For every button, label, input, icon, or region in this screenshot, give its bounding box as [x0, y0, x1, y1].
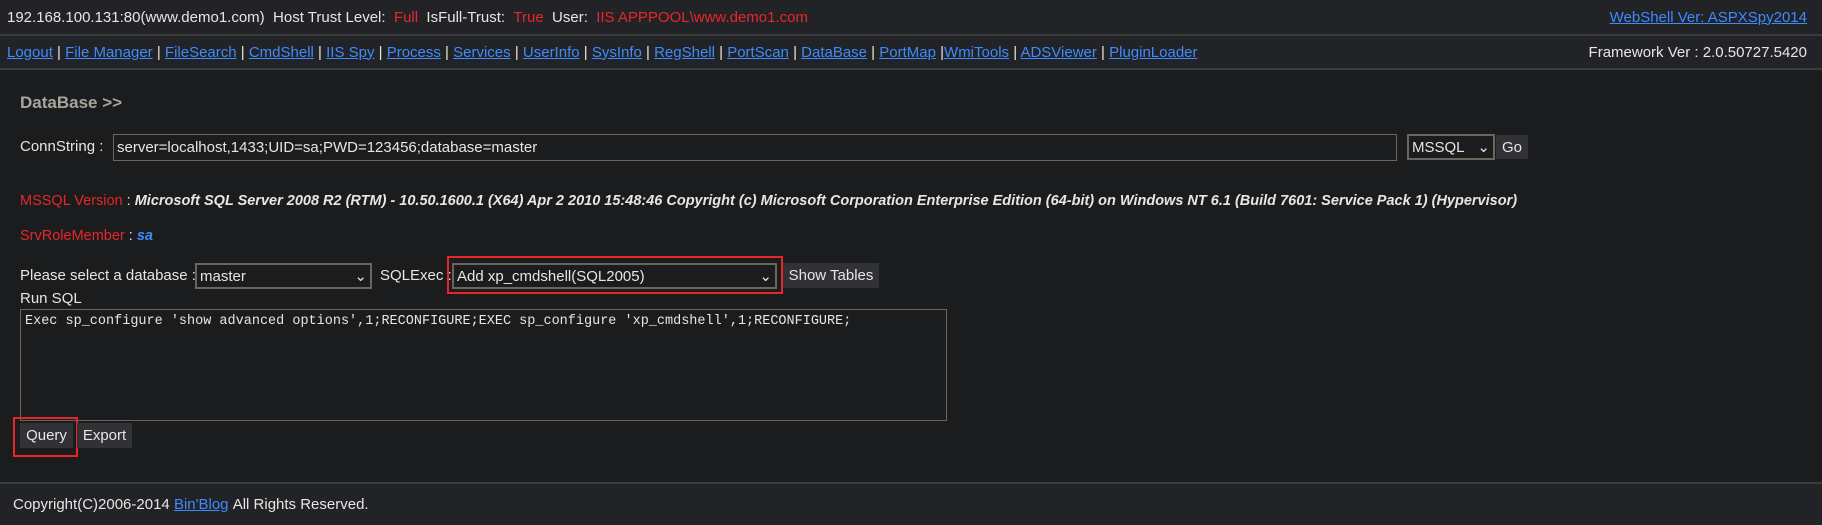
nav-link-services[interactable]: Services: [453, 44, 511, 61]
db-type-value: MSSQL: [1412, 138, 1465, 156]
nav-link-file-manager[interactable]: File Manager: [65, 44, 153, 61]
role-value: sa: [136, 228, 153, 244]
nav-separator: |: [440, 43, 454, 61]
db-type-select[interactable]: MSSQL ⌄: [1407, 134, 1495, 160]
nav-separator: |: [1096, 43, 1110, 61]
nav-link-database[interactable]: DataBase: [801, 44, 867, 61]
run-sql-label: Run SQL: [20, 290, 82, 307]
nav-link-userinfo[interactable]: UserInfo: [523, 44, 580, 61]
nav-separator: |: [510, 43, 523, 61]
nav-separator: |: [374, 43, 387, 61]
nav-links: Logout | File Manager | FileSearch | Cmd…: [7, 44, 1198, 61]
role-row: SrvRoleMember : sa: [20, 228, 153, 244]
nav-separator: |: [714, 43, 728, 61]
query-button[interactable]: Query: [20, 423, 73, 448]
blog-link[interactable]: Bin'Blog: [174, 496, 229, 513]
nav-separator: |: [867, 43, 880, 61]
nav-separator: |: [1009, 43, 1021, 61]
export-button[interactable]: Export: [77, 423, 132, 448]
nav-link-portscan[interactable]: PortScan: [727, 44, 789, 61]
nav-bar: Logout | File Manager | FileSearch | Cmd…: [0, 36, 1822, 70]
nav-separator: |: [52, 43, 66, 61]
webshell-version-link[interactable]: WebShell Ver: ASPXSpy2014: [1610, 9, 1807, 26]
top-info-bar: 192.168.100.131:80(www.demo1.com) Host T…: [0, 0, 1822, 36]
nav-link-adsviewer[interactable]: ADSViewer: [1020, 44, 1096, 61]
fulltrust-value: True: [513, 8, 544, 26]
sql-textarea[interactable]: Exec sp_configure 'show advanced options…: [20, 309, 947, 421]
mssql-version-row: MSSQL Version : Microsoft SQL Server 200…: [20, 193, 1517, 209]
user-value: IIS APPPOOL\www.demo1.com: [596, 8, 808, 26]
select-db-label: Please select a database :: [20, 267, 196, 284]
nav-link-regshell[interactable]: RegShell: [654, 44, 715, 61]
trust-label: Host Trust Level:: [273, 8, 386, 26]
nav-link-cmdshell[interactable]: CmdShell: [249, 44, 314, 61]
sqlexec-value: Add xp_cmdshell(SQL2005): [457, 267, 645, 285]
rights: All Rights Reserved.: [232, 496, 369, 513]
role-label: SrvRoleMember: [20, 228, 125, 244]
version-value: Microsoft SQL Server 2008 R2 (RTM) - 10.…: [134, 193, 1518, 209]
nav-separator: |: [935, 43, 945, 61]
database-select[interactable]: master ⌄: [195, 263, 372, 289]
colon: :: [128, 228, 133, 244]
copyright: Copyright(C)2006-2014: [13, 496, 170, 513]
sqlexec-label: SQLExec :: [380, 267, 452, 284]
user-label: User:: [552, 8, 588, 26]
colon: :: [126, 193, 131, 209]
host: 192.168.100.131:80(www.demo1.com): [7, 8, 265, 26]
nav-separator: |: [236, 43, 249, 61]
conn-label: ConnString :: [20, 138, 104, 155]
nav-link-sysinfo[interactable]: SysInfo: [592, 44, 642, 61]
nav-link-pluginloader[interactable]: PluginLoader: [1109, 44, 1197, 61]
version-label: MSSQL Version: [20, 193, 123, 209]
chevron-down-icon: ⌄: [354, 268, 367, 285]
nav-link-portmap[interactable]: PortMap: [879, 44, 936, 61]
chevron-down-icon: ⌄: [759, 268, 772, 285]
nav-separator: |: [313, 43, 327, 61]
fulltrust-label: IsFull-Trust:: [426, 8, 506, 26]
nav-link-filesearch[interactable]: FileSearch: [165, 44, 237, 61]
framework-version: Framework Ver : 2.0.50727.5420: [1588, 43, 1807, 61]
footer: Copyright(C)2006-2014 Bin'Blog All Right…: [0, 482, 1822, 525]
nav-separator: |: [788, 43, 802, 61]
nav-separator: |: [152, 43, 165, 61]
conn-string-input[interactable]: server=localhost,1433;UID=sa;PWD=123456;…: [113, 134, 1397, 161]
chevron-down-icon: ⌄: [1477, 139, 1490, 156]
trust-value: Full: [393, 8, 419, 26]
nav-link-process[interactable]: Process: [387, 44, 441, 61]
page-title: DataBase >>: [20, 93, 123, 112]
nav-separator: |: [579, 43, 592, 61]
database-value: master: [200, 267, 246, 285]
nav-separator: |: [641, 43, 655, 61]
go-button[interactable]: Go: [1496, 135, 1528, 159]
nav-link-wmitools[interactable]: WmiTools: [944, 44, 1009, 61]
show-tables-button[interactable]: Show Tables: [783, 263, 879, 288]
sqlexec-select[interactable]: Add xp_cmdshell(SQL2005) ⌄: [452, 263, 777, 289]
nav-link-iis-spy[interactable]: IIS Spy: [326, 44, 374, 61]
nav-link-logout[interactable]: Logout: [7, 44, 53, 61]
